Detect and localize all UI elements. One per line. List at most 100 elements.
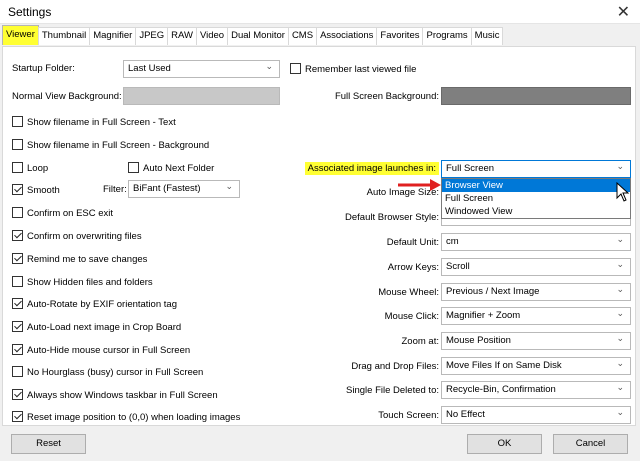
checkbox-label: Confirm on overwriting files — [27, 231, 142, 242]
checkbox[interactable] — [12, 230, 23, 241]
drag-drop-dropdown[interactable]: Move Files If on Same Disk ⌄ — [441, 357, 631, 375]
checkbox[interactable] — [12, 411, 23, 422]
associated-label-text: Associated image launches in: — [304, 162, 439, 175]
cb-show-hidden[interactable]: Show Hidden files and folders — [12, 276, 153, 288]
chevron-down-icon: ⌄ — [616, 260, 624, 270]
associated-label: Associated image launches in: — [304, 162, 439, 175]
checkbox-label: Show Hidden files and folders — [27, 277, 153, 288]
checkbox-label: Show filename in Full Screen - Text — [27, 117, 176, 128]
checkbox[interactable] — [128, 162, 139, 173]
touch-screen-dropdown[interactable]: No Effect ⌄ — [441, 406, 631, 424]
mouse-click-value: Magnifier + Zoom — [446, 310, 521, 321]
startup-folder-dropdown[interactable]: Last Used ⌄ — [123, 60, 280, 78]
tab-favorites[interactable]: Favorites — [376, 27, 424, 45]
cb-auto-next-folder[interactable]: Auto Next Folder — [128, 162, 214, 174]
chevron-down-icon: ⌄ — [616, 359, 624, 369]
close-icon[interactable]: ✕ — [617, 2, 630, 21]
touch-screen-value: No Effect — [446, 409, 485, 420]
single-file-deleted-dropdown[interactable]: Recycle-Bin, Confirmation ⌄ — [441, 381, 631, 399]
tab-cms[interactable]: CMS — [287, 27, 318, 45]
cb-confirm-esc[interactable]: Confirm on ESC exit — [12, 207, 113, 219]
checkbox[interactable] — [12, 162, 23, 173]
checkbox[interactable] — [290, 63, 301, 74]
filter-label: Filter: — [103, 184, 127, 195]
checkbox[interactable] — [12, 276, 23, 287]
chevron-down-icon: ⌄ — [265, 62, 273, 72]
checkbox-label: Confirm on ESC exit — [27, 208, 114, 219]
associated-options-list[interactable]: Browser View Full Screen Windowed View — [441, 178, 631, 219]
checkbox[interactable] — [12, 116, 23, 127]
checkbox[interactable] — [12, 389, 23, 400]
option-windowed-view[interactable]: Windowed View — [442, 205, 630, 218]
checkbox-label: Show filename in Full Screen - Backgroun… — [27, 140, 210, 151]
red-arrow-icon — [398, 179, 441, 191]
checkbox[interactable] — [12, 207, 23, 218]
tab-programs[interactable]: Programs — [422, 27, 472, 45]
checkbox[interactable] — [12, 321, 23, 332]
mouse-wheel-dropdown[interactable]: Previous / Next Image ⌄ — [441, 283, 631, 301]
default-unit-value: cm — [446, 236, 459, 247]
checkbox-label: Remember last viewed file — [305, 64, 417, 75]
associated-dropdown[interactable]: Full Screen ⌄ — [441, 160, 631, 178]
filter-dropdown[interactable]: BiFant (Fastest) ⌄ — [128, 180, 240, 198]
checkbox[interactable] — [12, 366, 23, 377]
cb-auto-rotate[interactable]: Auto-Rotate by EXIF orientation tag — [12, 298, 177, 310]
checkbox-label: Auto-Hide mouse cursor in Full Screen — [27, 345, 191, 356]
mouse-wheel-label: Mouse Wheel: — [378, 287, 439, 298]
normal-bg-swatch[interactable] — [123, 87, 280, 105]
reset-button[interactable]: Reset — [11, 434, 86, 454]
mouse-wheel-value: Previous / Next Image — [446, 286, 540, 297]
mouse-pointer-icon — [616, 182, 630, 202]
option-full-screen[interactable]: Full Screen — [442, 192, 630, 205]
arrow-keys-label: Arrow Keys: — [387, 262, 439, 273]
cb-reset-position[interactable]: Reset image position to (0,0) when loadi… — [12, 411, 240, 423]
zoom-at-value: Mouse Position — [446, 335, 511, 346]
checkbox[interactable] — [12, 253, 23, 264]
cb-loop[interactable]: Loop — [12, 162, 48, 174]
tab-video[interactable]: Video — [195, 27, 229, 45]
checkbox[interactable] — [12, 184, 23, 195]
tab-associations[interactable]: Associations — [316, 27, 378, 45]
chevron-down-icon: ⌄ — [616, 334, 624, 344]
chevron-down-icon: ⌄ — [616, 408, 624, 418]
cb-smooth[interactable]: Smooth — [12, 184, 60, 196]
zoom-at-label: Zoom at: — [401, 336, 440, 347]
chevron-down-icon: ⌄ — [616, 309, 624, 319]
checkbox[interactable] — [12, 344, 23, 355]
arrow-keys-dropdown[interactable]: Scroll ⌄ — [441, 258, 631, 276]
tab-strip: Viewer Thumbnail Magnifier JPEG RAW Vide… — [2, 25, 504, 46]
cb-auto-hide-cursor[interactable]: Auto-Hide mouse cursor in Full Screen — [12, 344, 190, 356]
filter-value: BiFant (Fastest) — [133, 183, 201, 194]
full-screen-bg-swatch[interactable] — [441, 87, 631, 105]
cb-confirm-overwrite[interactable]: Confirm on overwriting files — [12, 230, 142, 242]
default-unit-dropdown[interactable]: cm ⌄ — [441, 233, 631, 251]
checkbox-label: Auto Next Folder — [143, 163, 215, 174]
cancel-button[interactable]: Cancel — [553, 434, 628, 454]
cb-remind-save[interactable]: Remind me to save changes — [12, 253, 147, 265]
mouse-click-dropdown[interactable]: Magnifier + Zoom ⌄ — [441, 307, 631, 325]
drag-drop-label: Drag and Drop Files: — [351, 361, 439, 372]
option-browser-view[interactable]: Browser View — [442, 179, 630, 192]
zoom-at-dropdown[interactable]: Mouse Position ⌄ — [441, 332, 631, 350]
chevron-down-icon: ⌄ — [225, 182, 233, 192]
checkbox-label: Auto-Rotate by EXIF orientation tag — [27, 299, 177, 310]
ok-button[interactable]: OK — [467, 434, 542, 454]
cb-show-filename-bg[interactable]: Show filename in Full Screen - Backgroun… — [12, 139, 209, 151]
tab-dual-monitor[interactable]: Dual Monitor — [227, 27, 289, 45]
tab-thumbnail[interactable]: Thumbnail — [37, 27, 91, 45]
tab-music[interactable]: Music — [470, 27, 504, 45]
cb-show-filename-text[interactable]: Show filename in Full Screen - Text — [12, 116, 176, 128]
tab-viewer[interactable]: Viewer — [2, 25, 39, 45]
checkbox[interactable] — [12, 298, 23, 309]
title-bar — [0, 0, 640, 24]
tab-magnifier[interactable]: Magnifier — [89, 27, 137, 45]
cb-no-hourglass[interactable]: No Hourglass (busy) cursor in Full Scree… — [12, 366, 203, 378]
default-browser-style-label: Default Browser Style: — [345, 212, 439, 223]
cb-remember-last[interactable]: Remember last viewed file — [290, 63, 416, 75]
checkbox[interactable] — [12, 139, 23, 150]
chevron-down-icon: ⌄ — [616, 285, 624, 295]
cb-auto-load[interactable]: Auto-Load next image in Crop Board — [12, 321, 181, 333]
tab-jpeg[interactable]: JPEG — [135, 27, 169, 45]
tab-raw[interactable]: RAW — [167, 27, 197, 45]
cb-show-taskbar[interactable]: Always show Windows taskbar in Full Scre… — [12, 389, 218, 401]
